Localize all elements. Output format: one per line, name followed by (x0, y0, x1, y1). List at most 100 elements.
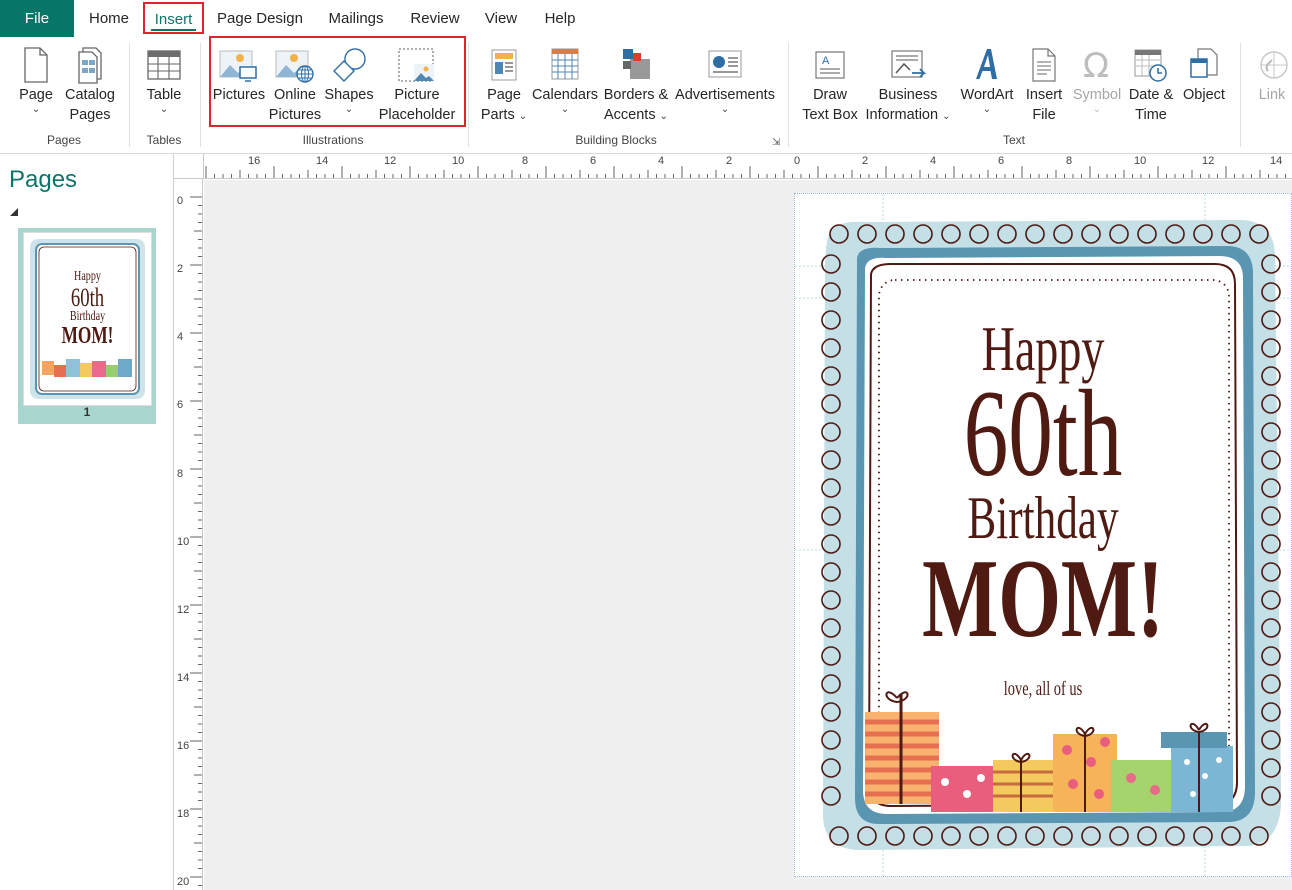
h-ruler-label: 2 (862, 155, 869, 167)
svg-text:Ω: Ω (1083, 46, 1109, 85)
date-time-button[interactable]: Date & Time (1124, 45, 1178, 125)
v-ruler-label: 8 (177, 468, 184, 480)
thumbnail-text-mom: MOM! (61, 323, 114, 349)
advertisements-button[interactable]: Advertisements ⌄ (672, 45, 778, 115)
borders-accents-label-1: Borders & (603, 87, 669, 103)
tab-review[interactable]: Review (402, 0, 468, 37)
chevron-down-icon: ⌄ (31, 104, 41, 115)
v-ruler-label: 20 (177, 876, 190, 888)
chevron-down-icon: ⌄ (159, 104, 169, 115)
date-time-label-1: Date & (1128, 87, 1174, 103)
chevron-down-icon: ⌄ (942, 111, 951, 122)
page-parts-label-2: Parts ⌄ (478, 105, 530, 127)
wordart-button[interactable]: WordArt ⌄ (956, 45, 1018, 115)
object-button[interactable]: Object (1178, 45, 1230, 105)
ribbon: Page ⌄ Catalog Pages Pages Table ⌄ Table… (0, 36, 1292, 154)
group-label-pages: Pages (46, 133, 82, 147)
link-label: Link (1258, 87, 1286, 103)
h-ruler-label: 12 (1202, 155, 1215, 167)
vertical-ruler[interactable]: 0 2 4 6 8 10 12 14 16 18 20 (174, 179, 203, 890)
link-button[interactable]: Link (1252, 45, 1292, 105)
symbol-button[interactable]: Ω Symbol ⌄ (1070, 45, 1124, 115)
page-parts-icon (491, 49, 517, 81)
horizontal-ruler-ticks (205, 166, 1286, 178)
h-ruler-label: 16 (248, 155, 261, 167)
publication-page[interactable]: Happy 60th Birthday MOM! love, all of us (794, 193, 1292, 877)
v-ruler-label: 10 (177, 536, 190, 548)
h-ruler-label: 4 (658, 155, 665, 167)
v-ruler-label: 16 (177, 740, 190, 752)
v-ruler-label: 14 (177, 672, 190, 684)
h-ruler-label: 14 (316, 155, 329, 167)
tab-insert[interactable]: Insert (143, 2, 204, 34)
h-ruler-label: 0 (794, 155, 801, 167)
tab-page-design[interactable]: Page Design (210, 0, 310, 37)
ruler-corner (174, 154, 204, 179)
page-thumbnail[interactable]: Happy 60th Birthday MOM! 1 (18, 228, 156, 424)
tab-home[interactable]: Home (78, 0, 140, 37)
h-ruler-label: 10 (1134, 155, 1147, 167)
group-divider (1240, 43, 1241, 147)
borders-accents-button[interactable]: Borders & Accents ⌄ (600, 45, 672, 127)
wordart-icon (976, 49, 997, 79)
draw-text-box-button[interactable]: A Draw Text Box (798, 45, 862, 125)
omega-icon: Ω (1083, 46, 1109, 85)
table-button-label: Table (146, 87, 182, 103)
chevron-down-icon: ⌄ (1092, 104, 1102, 115)
pages-panel-title: Pages (9, 166, 78, 193)
catalog-pages-label-2: Pages (69, 107, 111, 123)
catalog-pages-label-1: Catalog (65, 87, 115, 103)
insert-file-button[interactable]: Insert File (1018, 45, 1070, 125)
h-ruler-label: 10 (452, 155, 465, 167)
wordart-label: WordArt (960, 87, 1014, 103)
symbol-label: Symbol (1072, 87, 1122, 103)
tab-help[interactable]: Help (534, 0, 586, 37)
v-ruler-label: 0 (177, 195, 184, 207)
page-parts-label-1: Page (487, 87, 521, 103)
v-ruler-label: 4 (177, 331, 184, 343)
advertisements-icon (708, 50, 742, 78)
illustrations-highlight-box (209, 36, 466, 127)
borders-accents-icon (623, 49, 650, 79)
date-time-label-2: Time (1135, 107, 1167, 123)
page-icon (24, 47, 48, 83)
calendars-button[interactable]: Calendars ⌄ (530, 45, 600, 115)
group-divider (468, 43, 469, 147)
text-box-icon: A (815, 51, 845, 79)
card-text-60th: 60th (963, 365, 1123, 502)
collapse-triangle-icon[interactable] (10, 208, 18, 216)
business-information-label-2: Information ⌄ (860, 105, 956, 127)
h-ruler-label: 4 (930, 155, 937, 167)
h-ruler-label: 6 (998, 155, 1005, 167)
h-ruler-label: 12 (384, 155, 397, 167)
group-divider (788, 43, 789, 147)
object-label: Object (1183, 87, 1225, 103)
card-text-mom: MOM! (922, 537, 1164, 661)
tab-view[interactable]: View (476, 0, 526, 37)
insert-file-icon (1032, 48, 1056, 82)
dialog-launcher-icon[interactable]: ⇲ (772, 137, 780, 148)
business-information-button[interactable]: Business Information ⌄ (860, 45, 956, 127)
tab-file[interactable]: File (0, 0, 74, 37)
v-ruler-label: 18 (177, 808, 190, 820)
page-thumbnail-number: 1 (83, 405, 91, 419)
vertical-ruler-ticks (190, 196, 202, 886)
horizontal-ruler[interactable]: 16 14 12 10 8 6 4 2 0 2 4 6 8 10 12 14 (204, 154, 1292, 179)
calendars-label: Calendars (531, 87, 599, 103)
group-label-tables: Tables (146, 133, 182, 147)
page-button[interactable]: Page ⌄ (14, 45, 58, 115)
v-ruler-label: 2 (177, 263, 184, 275)
tab-mailings[interactable]: Mailings (318, 0, 394, 37)
advertisements-label: Advertisements (675, 87, 775, 103)
h-ruler-label: 6 (590, 155, 597, 167)
ribbon-tab-bar: File Home Insert Page Design Mailings Re… (0, 0, 1292, 37)
page-parts-button[interactable]: Page Parts ⌄ (478, 45, 530, 127)
group-label-illustrations: Illustrations (302, 133, 364, 147)
catalog-pages-button[interactable]: Catalog Pages (60, 45, 120, 125)
business-information-label-2-text: Information (865, 107, 939, 123)
h-ruler-label: 8 (1066, 155, 1073, 167)
draw-text-box-label-1: Draw (813, 87, 847, 103)
table-button[interactable]: Table ⌄ (140, 45, 188, 115)
group-label-text: Text (1002, 133, 1025, 147)
chevron-down-icon: ⌄ (518, 111, 528, 122)
